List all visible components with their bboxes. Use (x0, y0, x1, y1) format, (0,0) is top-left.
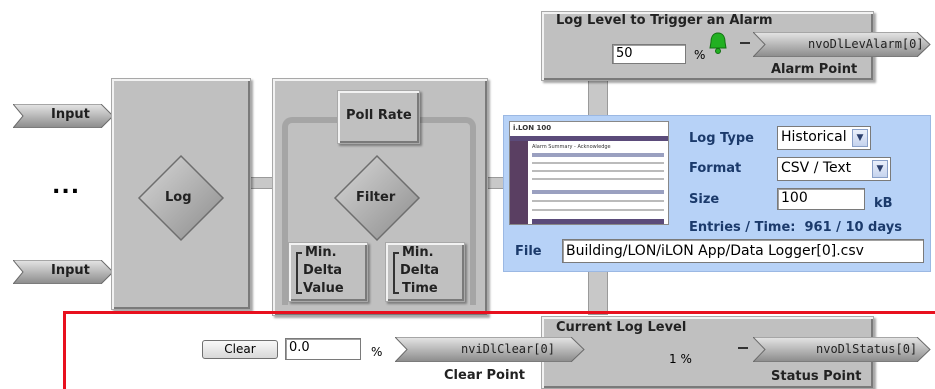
alarm-title: Log Level to Trigger an Alarm (556, 13, 773, 28)
report-thumbnail[interactable]: i.LON 100 Alarm Summary - Acknowledge (509, 121, 669, 225)
min-delta-time-line2: Delta (400, 263, 440, 278)
file-label: File (515, 244, 542, 259)
red-boundary-left (63, 311, 66, 389)
alarm-output-dash (740, 42, 750, 44)
format-select[interactable]: CSV / Text ▼ (777, 157, 891, 181)
thumbnail-row (532, 209, 664, 211)
clear-point-label: Clear Point (444, 368, 525, 383)
size-unit: kB (874, 196, 893, 211)
log-diamond[interactable]: Log (137, 154, 225, 242)
file-path-input[interactable]: Building/LON/iLON App/Data Logger[0].csv (562, 239, 924, 263)
thumbnail-footer-bar (532, 219, 664, 224)
format-label: Format (689, 161, 742, 176)
log-type-value: Historical (781, 129, 847, 145)
alarm-level-input[interactable]: 50 (612, 44, 686, 64)
min-delta-value-line3: Value (303, 281, 344, 296)
chevron-down-icon[interactable]: ▼ (852, 129, 868, 147)
size-input[interactable]: 100 (777, 188, 865, 210)
filter-diamond[interactable]: Filter (333, 154, 421, 242)
min-delta-time-line1: Min. (402, 245, 434, 260)
clear-value-unit: % (371, 345, 383, 359)
filter-label: Filter (356, 190, 396, 205)
min-delta-value-line2: Delta (303, 263, 343, 278)
thumbnail-row (532, 178, 664, 180)
clear-value-input[interactable]: 0.0 (285, 338, 361, 360)
status-output-pin-label: nvoDlStatus[0] (816, 342, 918, 356)
input-pin-bottom[interactable]: Input (11, 259, 114, 285)
min-delta-value-line1: Min. (305, 245, 337, 260)
clear-button[interactable]: Clear (202, 340, 278, 359)
alarm-output-pin[interactable]: nvoDlLevAlarm[0] (751, 31, 931, 58)
input-pin-bottom-label: Input (51, 263, 90, 278)
status-title: Current Log Level (556, 320, 687, 335)
thumbnail-row (532, 170, 664, 172)
thumbnail-brand: i.LON 100 (513, 124, 552, 132)
clear-input-pin-label: nviDlClear[0] (461, 342, 555, 356)
entries-time-text: Entries / Time: 961 / 10 days (689, 220, 902, 235)
clear-input-pin[interactable]: nviDlClear[0] (393, 336, 585, 363)
thumbnail-heading: Alarm Summary - Acknowledge (532, 144, 611, 150)
alarm-point-label: Alarm Point (771, 62, 858, 77)
format-value: CSV / Text (781, 160, 852, 176)
thumbnail-row (532, 162, 664, 164)
thumbnail-table-head (532, 190, 664, 194)
alarm-output-pin-label: nvoDlLevAlarm[0] (808, 37, 924, 51)
bracket-icon (296, 252, 302, 294)
thumbnail-row (532, 200, 664, 202)
thumbnail-sidebar (510, 141, 528, 224)
status-output-dash (738, 347, 748, 349)
input-pin-top-label: Input (51, 107, 90, 122)
status-value: 1 % (669, 352, 692, 366)
size-label: Size (689, 192, 720, 207)
poll-rate-button[interactable]: Poll Rate (337, 90, 420, 144)
log-type-select[interactable]: Historical ▼ (777, 126, 871, 150)
thumbnail-header-bar (510, 136, 668, 141)
input-pin-top[interactable]: Input (11, 103, 114, 129)
bell-icon (705, 31, 731, 55)
red-boundary-top (63, 311, 935, 314)
min-delta-value-button[interactable]: Min. Delta Value (288, 242, 368, 302)
thumbnail-table-head (532, 153, 664, 157)
ellipsis-more-inputs: ... (52, 174, 81, 199)
poll-rate-label: Poll Rate (346, 108, 412, 123)
min-delta-time-button[interactable]: Min. Delta Time (385, 242, 465, 302)
min-delta-time-line3: Time (402, 281, 438, 296)
log-type-label: Log Type (689, 131, 754, 146)
status-output-pin[interactable]: nvoDlStatus[0] (751, 336, 931, 363)
status-point-label: Status Point (771, 369, 862, 384)
alarm-level-unit: % (694, 48, 706, 62)
bracket-icon (393, 252, 399, 294)
chevron-down-icon[interactable]: ▼ (872, 160, 888, 178)
log-label: Log (165, 190, 192, 205)
